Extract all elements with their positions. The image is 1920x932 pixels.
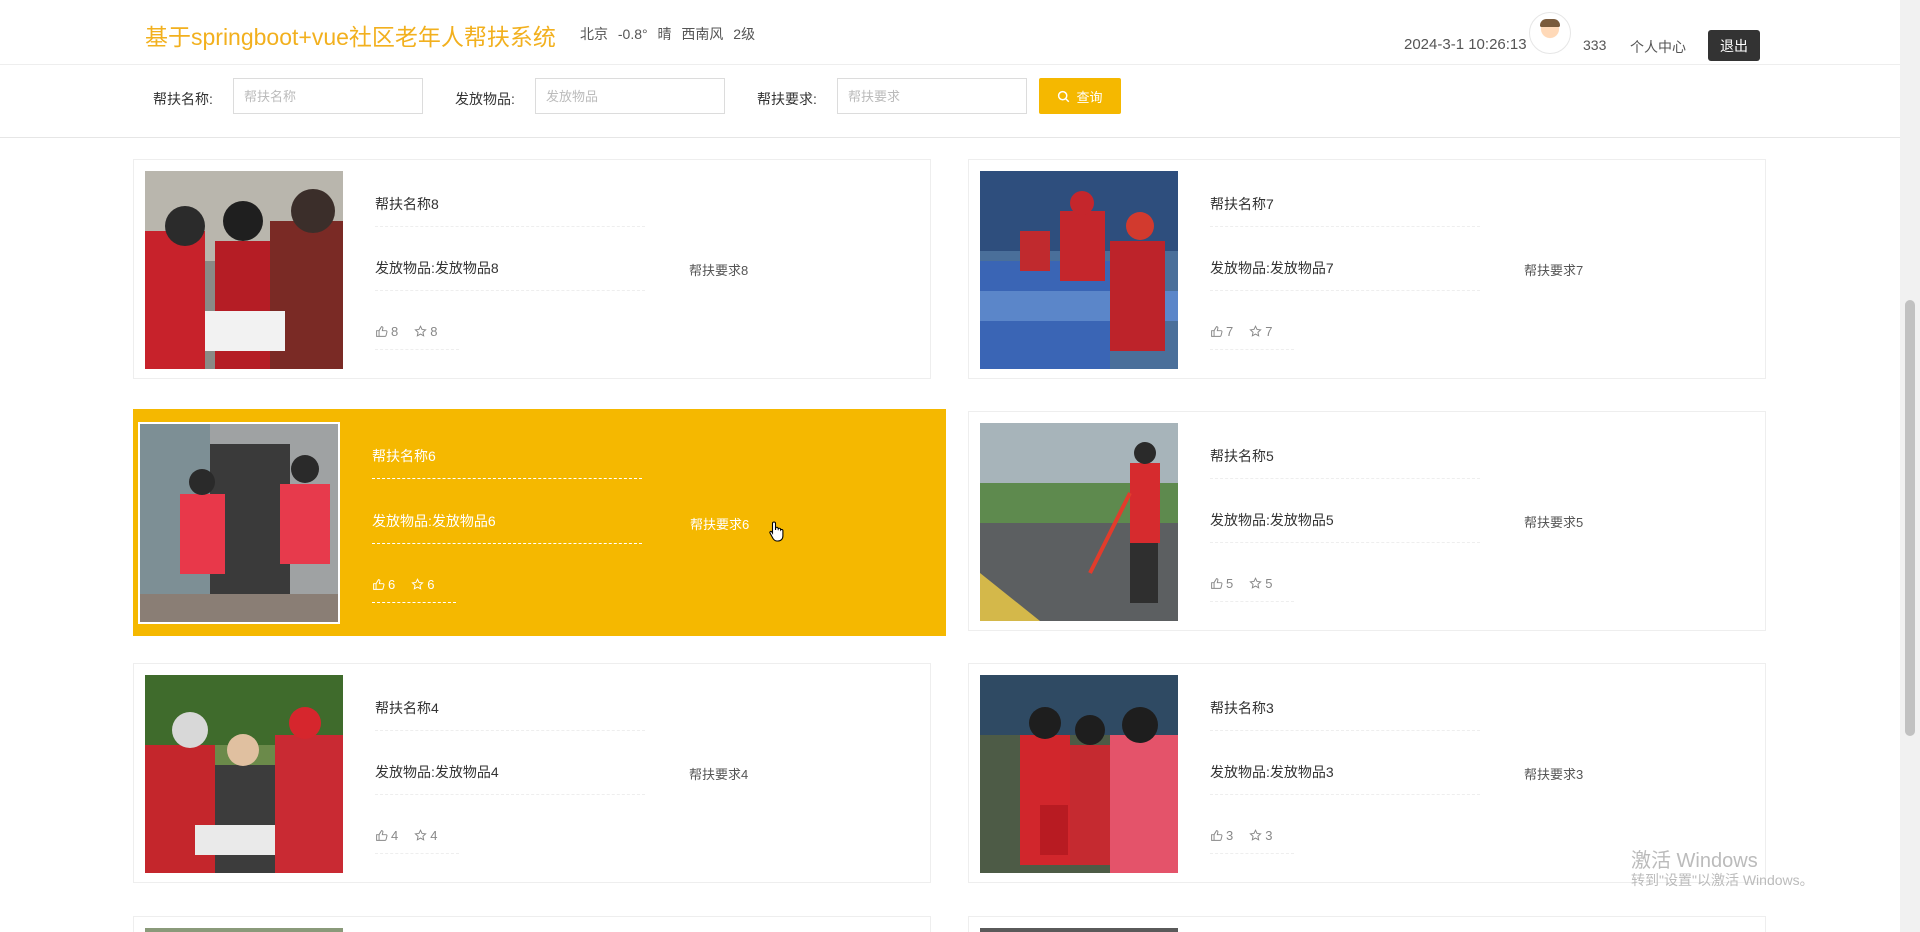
fav-number: 4: [430, 828, 438, 843]
card-requirement: 帮扶要求3: [1524, 767, 1584, 782]
card-requirement: 帮扶要求8: [689, 263, 749, 278]
thumbs-up-icon: [1211, 830, 1223, 841]
star-icon: [1249, 577, 1262, 589]
card-name: 帮扶名称6: [372, 446, 642, 479]
card-name: 帮扶名称7: [1210, 194, 1480, 227]
top-navbar: 基于springboot+vue社区老年人帮扶系统 北京 -0.8° 晴 西南风…: [0, 0, 1900, 65]
help-card[interactable]: 帮扶名称7 发放物品:发放物品7 帮扶要求7 7 7: [968, 159, 1766, 379]
user-center-link[interactable]: 个人中心: [1630, 37, 1686, 57]
card-stats: 6 6: [372, 577, 456, 603]
like-number: 8: [391, 324, 399, 339]
thumbs-up-icon: [373, 579, 385, 590]
fav-number: 6: [427, 577, 435, 592]
card-name: 帮扶名称4: [375, 698, 645, 731]
card-image[interactable]: [980, 423, 1178, 621]
req-label: 帮扶要求:: [757, 91, 817, 107]
card-stats: 5 5: [1210, 576, 1294, 602]
thumbs-up-icon: [376, 326, 388, 337]
page-scrollbar[interactable]: [1900, 0, 1920, 932]
card-goods: 发放物品:发放物品3: [1210, 762, 1480, 795]
card-name: 帮扶名称8: [375, 194, 645, 227]
like-count[interactable]: 4: [375, 828, 398, 843]
card-image[interactable]: [145, 675, 343, 873]
fav-number: 7: [1265, 324, 1273, 339]
logout-button[interactable]: 退出: [1708, 30, 1760, 61]
card-image[interactable]: [980, 675, 1178, 873]
star-icon: [1249, 325, 1262, 337]
activation-watermark-subtitle: 转到"设置"以激活 Windows。: [1631, 872, 1814, 888]
like-number: 3: [1226, 828, 1234, 843]
card-goods: 发放物品:发放物品4: [375, 762, 645, 795]
card-stats: 4 4: [375, 828, 459, 854]
name-search-input[interactable]: [233, 78, 423, 114]
like-number: 4: [391, 828, 399, 843]
like-number: 7: [1226, 324, 1234, 339]
thumbs-up-icon: [1211, 326, 1223, 337]
card-grid: 帮扶名称8 发放物品:发放物品8 帮扶要求8 8 8 帮扶名称7 发放物品:发放…: [0, 138, 1900, 932]
fav-count[interactable]: 5: [1249, 576, 1272, 591]
req-search-input[interactable]: [837, 78, 1027, 114]
thumbs-up-icon: [376, 830, 388, 841]
card-requirement: 帮扶要求7: [1524, 263, 1584, 278]
hand-cursor-icon: [769, 521, 784, 542]
star-icon: [414, 325, 427, 337]
weather-info: 北京 -0.8° 晴 西南风 2级: [580, 26, 756, 42]
activation-watermark-title: 激活 Windows: [1631, 850, 1758, 872]
card-goods: 发放物品:发放物品6: [372, 511, 642, 544]
star-icon: [411, 578, 424, 590]
fav-count[interactable]: 6: [411, 577, 434, 592]
card-stats: 7 7: [1210, 324, 1294, 350]
goods-search-input[interactable]: [535, 78, 725, 114]
card-image[interactable]: [138, 422, 340, 624]
card-requirement: 帮扶要求6: [690, 517, 750, 532]
fav-count[interactable]: 3: [1249, 828, 1272, 843]
fav-number: 8: [430, 324, 438, 339]
fav-number: 3: [1265, 828, 1273, 843]
card-image[interactable]: [980, 928, 1178, 932]
site-title[interactable]: 基于springboot+vue社区老年人帮扶系统: [145, 18, 556, 52]
query-button[interactable]: 查询: [1039, 78, 1121, 114]
star-icon: [414, 829, 427, 841]
username: 333: [1583, 37, 1607, 53]
scroll-thumb[interactable]: [1905, 300, 1915, 736]
card-goods: 发放物品:发放物品8: [375, 258, 645, 291]
card-goods: 发放物品:发放物品7: [1210, 258, 1480, 291]
search-icon: [1058, 90, 1070, 102]
query-label: 查询: [1076, 89, 1103, 105]
help-card-partial[interactable]: [133, 916, 931, 932]
help-card-active[interactable]: 帮扶名称6 发放物品:发放物品6 帮扶要求6 6 6: [133, 409, 946, 636]
fav-number: 5: [1265, 576, 1273, 591]
help-card[interactable]: 帮扶名称5 发放物品:发放物品5 帮扶要求5 5 5: [968, 411, 1766, 631]
fav-count[interactable]: 4: [414, 828, 437, 843]
help-card[interactable]: 帮扶名称4 发放物品:发放物品4 帮扶要求4 4 4: [133, 663, 931, 883]
like-count[interactable]: 7: [1210, 324, 1233, 339]
star-icon: [1249, 829, 1262, 841]
avatar[interactable]: [1529, 12, 1571, 54]
help-card-partial[interactable]: [968, 916, 1766, 932]
goods-label: 发放物品:: [455, 91, 515, 107]
name-label: 帮扶名称:: [153, 91, 213, 107]
like-number: 5: [1226, 576, 1234, 591]
card-name: 帮扶名称5: [1210, 446, 1480, 479]
thumbs-up-icon: [1211, 578, 1223, 589]
like-count[interactable]: 8: [375, 324, 398, 339]
like-count[interactable]: 3: [1210, 828, 1233, 843]
card-stats: 3 3: [1210, 828, 1294, 854]
card-image[interactable]: [145, 928, 343, 932]
card-image[interactable]: [145, 171, 343, 369]
like-number: 6: [388, 577, 396, 592]
like-count[interactable]: 5: [1210, 576, 1233, 591]
card-requirement: 帮扶要求4: [689, 767, 749, 782]
card-image[interactable]: [980, 171, 1178, 369]
fav-count[interactable]: 7: [1249, 324, 1272, 339]
card-name: 帮扶名称3: [1210, 698, 1480, 731]
like-count[interactable]: 6: [372, 577, 395, 592]
help-card[interactable]: 帮扶名称8 发放物品:发放物品8 帮扶要求8 8 8: [133, 159, 931, 379]
card-goods: 发放物品:发放物品5: [1210, 510, 1480, 543]
card-requirement: 帮扶要求5: [1524, 515, 1584, 530]
card-stats: 8 8: [375, 324, 459, 350]
fav-count[interactable]: 8: [414, 324, 437, 339]
current-datetime: 2024-3-1 10:26:13: [1404, 36, 1527, 53]
search-bar: 帮扶名称: 发放物品: 帮扶要求: 查询: [0, 65, 1900, 138]
